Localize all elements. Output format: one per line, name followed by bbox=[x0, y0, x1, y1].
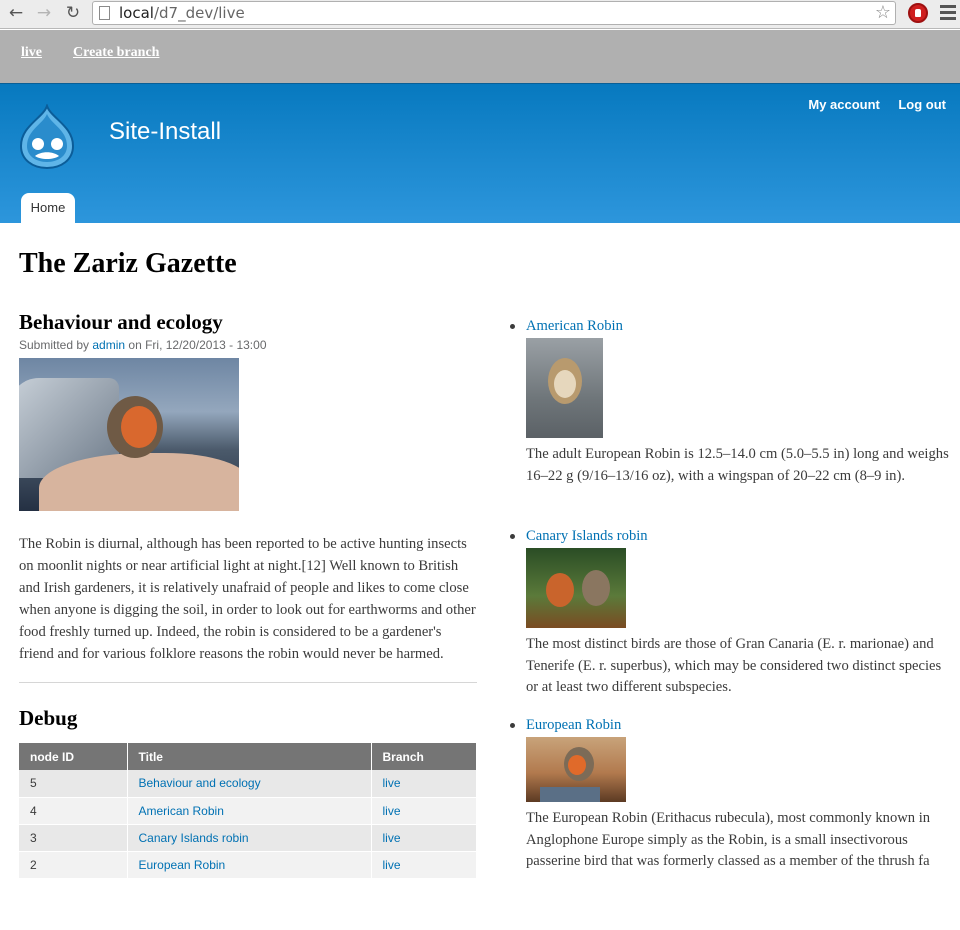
logout-link[interactable]: Log out bbox=[898, 97, 946, 112]
url-host: local bbox=[119, 4, 154, 22]
forward-arrow-icon[interactable]: → bbox=[34, 3, 54, 23]
back-arrow-icon[interactable]: ← bbox=[6, 3, 26, 23]
node-body: The Robin is diurnal, although has been … bbox=[19, 536, 476, 662]
author-link[interactable]: admin bbox=[92, 338, 125, 352]
table-row: 4 American Robin live bbox=[19, 797, 477, 825]
secondary-menu: My account Log out bbox=[794, 96, 946, 114]
branch-link[interactable]: live bbox=[383, 776, 401, 790]
title-link[interactable]: American Robin bbox=[139, 804, 224, 818]
submitted-info: Submitted by admin on Fri, 12/20/2013 - … bbox=[19, 338, 477, 352]
table-row: 2 European Robin live bbox=[19, 851, 477, 879]
adblock-extension-icon[interactable] bbox=[908, 3, 928, 23]
title-link[interactable]: Canary Islands robin bbox=[139, 831, 249, 845]
column-header-branch: Branch bbox=[371, 743, 477, 770]
node-id-cell: 2 bbox=[19, 851, 128, 879]
branch-link[interactable]: live bbox=[383, 831, 401, 845]
bookmark-star-icon[interactable]: ☆ bbox=[875, 2, 891, 23]
bullet-icon bbox=[510, 723, 515, 728]
url-path: /d7_dev/live bbox=[153, 4, 245, 22]
submitted-date: on Fri, 12/20/2013 - 13:00 bbox=[125, 338, 267, 352]
my-account-link[interactable]: My account bbox=[808, 97, 880, 112]
branch-toolbar: live Create branch bbox=[0, 30, 960, 83]
table-row: 3 Canary Islands robin live bbox=[19, 824, 477, 852]
item-text: The adult European Robin is 12.5–14.0 cm… bbox=[526, 446, 949, 484]
main-content: Behaviour and ecology Submitted by admin… bbox=[19, 310, 477, 879]
reload-icon[interactable]: ↻ bbox=[63, 3, 83, 23]
list-item: American Robin The adult European Robin … bbox=[510, 317, 950, 527]
item-text: The European Robin (Erithacus rubecula),… bbox=[526, 810, 931, 869]
browser-menu-icon[interactable] bbox=[940, 5, 956, 23]
live-link[interactable]: live bbox=[21, 45, 42, 61]
divider bbox=[19, 682, 477, 683]
canary-islands-robin-thumbnail[interactable] bbox=[526, 548, 626, 628]
column-header-title: Title bbox=[127, 743, 372, 770]
title-link[interactable]: Behaviour and ecology bbox=[139, 776, 261, 790]
branch-link[interactable]: live bbox=[383, 858, 401, 872]
list-item: European Robin The European Robin (Erith… bbox=[510, 716, 950, 873]
create-branch-link[interactable]: Create branch bbox=[73, 45, 159, 61]
site-header: Site-Install My account Log out Home bbox=[0, 83, 960, 224]
title-link[interactable]: European Robin bbox=[139, 858, 226, 872]
node-id-cell: 3 bbox=[19, 824, 128, 852]
table-row: 5 Behaviour and ecology live bbox=[19, 770, 477, 798]
node-title[interactable]: Behaviour and ecology bbox=[19, 310, 477, 335]
drupal-logo-icon[interactable] bbox=[17, 104, 77, 170]
bullet-icon bbox=[510, 534, 515, 539]
bullet-icon bbox=[510, 324, 515, 329]
debug-table: node ID Title Branch 5 Behaviour and eco… bbox=[19, 743, 477, 879]
tab-home[interactable]: Home bbox=[21, 193, 75, 224]
node-id-cell: 5 bbox=[19, 770, 128, 798]
american-robin-thumbnail[interactable] bbox=[526, 338, 603, 438]
robin-on-hand-image bbox=[19, 358, 239, 511]
item-title-link[interactable]: American Robin bbox=[526, 317, 950, 335]
column-header-node-id: node ID bbox=[19, 743, 128, 770]
browser-chrome: ← → ↻ local/d7_dev/live ☆ bbox=[0, 0, 960, 29]
branch-link[interactable]: live bbox=[383, 804, 401, 818]
site-name[interactable]: Site-Install bbox=[109, 118, 221, 146]
item-title-link[interactable]: European Robin bbox=[526, 716, 950, 734]
european-robin-thumbnail[interactable] bbox=[526, 737, 626, 802]
node-id-cell: 4 bbox=[19, 797, 128, 825]
related-robins-list: American Robin The adult European Robin … bbox=[510, 317, 950, 873]
page-icon bbox=[99, 6, 110, 20]
debug-title: Debug bbox=[19, 706, 78, 730]
submitted-prefix: Submitted by bbox=[19, 338, 93, 352]
item-title-link[interactable]: Canary Islands robin bbox=[526, 527, 950, 545]
list-item: Canary Islands robin The most distinct b… bbox=[510, 527, 950, 716]
address-bar[interactable]: local/d7_dev/live ☆ bbox=[92, 1, 896, 25]
page-title: The Zariz Gazette bbox=[19, 248, 237, 279]
item-text: The most distinct birds are those of Gra… bbox=[526, 636, 942, 695]
url-text[interactable]: local/d7_dev/live bbox=[119, 4, 245, 22]
